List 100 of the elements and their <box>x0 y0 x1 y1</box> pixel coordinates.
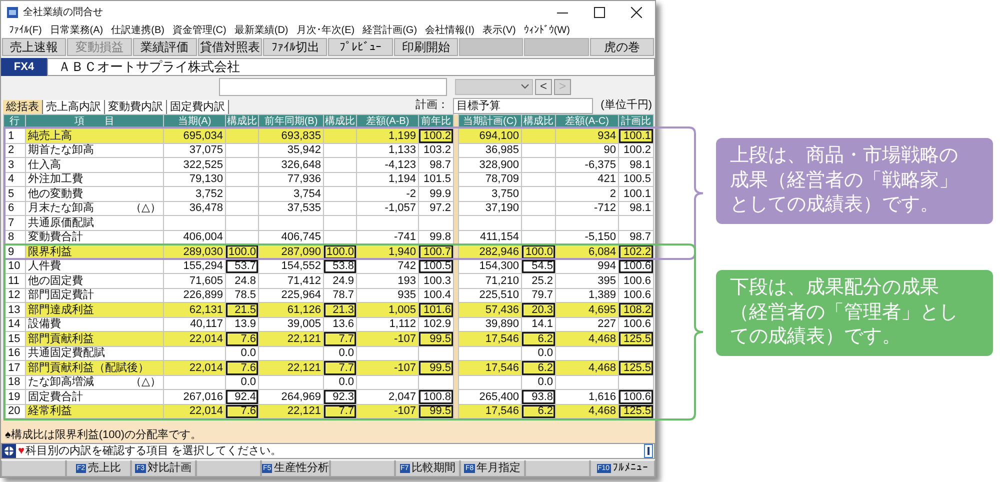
toolbar-button[interactable]: 業績評価 <box>132 38 197 56</box>
table-cell: 100.6 <box>618 274 654 288</box>
table-cell: 3,750 <box>458 186 522 201</box>
nav-button[interactable]: < <box>535 78 552 94</box>
text-field[interactable] <box>219 78 447 96</box>
maximize-icon[interactable] <box>594 6 605 18</box>
table-cell: 100.6 <box>618 288 654 302</box>
table-cell: 79,130 <box>164 172 226 186</box>
table-cell: 53.8 <box>324 259 356 274</box>
menu-item[interactable]: 日常業務(A) <box>50 23 104 38</box>
table-cell: 22,014 <box>164 332 226 346</box>
table-cell: 101.5 <box>418 172 454 186</box>
row-label[interactable]: 期首たな卸高 <box>26 143 164 158</box>
table-cell: 225,964 <box>258 288 324 302</box>
menu-item[interactable]: 会社情報(I) <box>425 23 474 38</box>
menu-item[interactable]: 経営計画(G) <box>362 23 418 38</box>
company-name: ＡＢＣオートサプライ株式会社 <box>47 58 655 76</box>
table-cell: -712 <box>556 201 618 216</box>
blank-toolbar-slot <box>459 38 524 56</box>
table-cell: 227 <box>556 317 618 332</box>
dropdown-field[interactable] <box>455 78 533 94</box>
table-cell: 154,300 <box>458 259 522 274</box>
toolbar-button[interactable]: 貸借対照表 <box>198 38 262 56</box>
status-message: 科目別の内訳を確認する項目 を選択してください。 <box>26 444 282 459</box>
table-cell: 265,400 <box>458 390 522 404</box>
menu-item[interactable]: 仕訳連携(B) <box>111 23 164 38</box>
table-cell: 71,605 <box>164 274 226 288</box>
table-cell: 264,969 <box>258 390 324 404</box>
row-label[interactable]: 経常利益 <box>26 404 164 418</box>
menu-item[interactable]: 月次･年次(E) <box>296 23 355 38</box>
table-cell: 54.5 <box>522 259 556 274</box>
table-cell: 0.0 <box>324 346 356 360</box>
table-cell: 4,695 <box>556 302 618 317</box>
table-cell: 100.6 <box>618 390 654 404</box>
toolbar-button[interactable]: 印刷開始 <box>394 38 458 56</box>
row-label[interactable]: 共通固定費配賦 <box>26 346 164 360</box>
table-cell: 155,294 <box>164 259 226 274</box>
table-cell: 6.2 <box>522 360 556 375</box>
table-cell: 108.2 <box>618 302 654 317</box>
menu-item[interactable]: 資金管理(C) <box>172 23 226 38</box>
menu-item[interactable]: 表示(V) <box>482 23 516 38</box>
table-cell: 694,100 <box>458 128 522 143</box>
table-cell: 21.5 <box>226 302 258 317</box>
table-cell: 3,752 <box>164 186 226 201</box>
tab[interactable]: 総括表 <box>3 100 43 114</box>
menu-item[interactable]: ﾌｧｲﾙ(F) <box>9 23 42 38</box>
row-label[interactable]: たな卸高増減 <box>28 376 94 388</box>
table-cell: 2 <box>556 186 618 201</box>
row-label[interactable]: 共通原価配賦 <box>26 216 164 230</box>
table-cell: 102.9 <box>418 317 454 332</box>
toolbar-button[interactable]: 虎の巻 <box>590 38 654 56</box>
table-cell: 226,899 <box>164 288 226 302</box>
toolbar-button[interactable]: ﾌﾟﾚﾋﾞｭｰ <box>328 38 393 56</box>
table-cell: -107 <box>356 360 418 375</box>
table-cell: -107 <box>356 332 418 346</box>
row-label[interactable]: 固定費合計 <box>26 390 164 404</box>
row-label[interactable]: 他の固定費 <box>26 274 164 288</box>
row-label[interactable]: 月末たな卸高 <box>28 202 94 214</box>
table-cell: 77,936 <box>258 172 324 186</box>
tab[interactable]: 固定費内訳 <box>167 100 229 114</box>
table-cell: 934 <box>556 128 618 143</box>
row-label[interactable]: 純売上高 <box>26 128 164 143</box>
tab[interactable]: 変動費内訳 <box>105 100 167 114</box>
toolbar-button[interactable]: 売上速報 <box>2 38 66 56</box>
row-label[interactable]: 仕入高 <box>26 158 164 172</box>
row-label[interactable]: 部門固定費計 <box>26 288 164 302</box>
row-label[interactable]: 外注加工費 <box>26 172 164 186</box>
table-cell: 99.9 <box>418 186 454 201</box>
table-cell: 97.2 <box>418 201 454 216</box>
table-cell: 57,436 <box>458 302 522 317</box>
table-cell: 0.0 <box>522 346 556 360</box>
table-cell: 7.7 <box>324 404 356 418</box>
tab[interactable]: 売上高内訳 <box>43 100 105 114</box>
plan-field[interactable]: 目標予算 <box>452 98 593 114</box>
toolbar-button[interactable]: ﾌｧｲﾙ切出 <box>263 38 328 56</box>
table-cell: 693,835 <box>258 128 324 143</box>
menu-item[interactable]: ｳｨﾝﾄﾞｳ(W) <box>524 23 570 38</box>
row-label[interactable]: 部門貢献利益 <box>26 332 164 346</box>
table-cell: 37,190 <box>458 201 522 216</box>
table-cell: 742 <box>356 259 418 274</box>
close-icon[interactable] <box>631 6 642 18</box>
table-cell: 92.4 <box>226 390 258 404</box>
table-cell: 36,478 <box>164 201 226 216</box>
menu-item[interactable]: 最新業績(D) <box>234 23 288 38</box>
table-cell: 0.0 <box>226 375 258 390</box>
window-title: 全社業績の問合せ <box>23 6 103 20</box>
row-label[interactable]: 設備費 <box>26 317 164 332</box>
row-label[interactable]: 人件費 <box>26 259 164 274</box>
table-cell: -107 <box>356 404 418 418</box>
table-cell: 2,047 <box>356 390 418 404</box>
row-label[interactable]: 他の変動費 <box>26 186 164 201</box>
table-cell: 6.2 <box>522 404 556 418</box>
table-cell: 7.6 <box>226 332 258 346</box>
table-cell: -6,375 <box>556 158 618 172</box>
table-cell: 1,133 <box>356 143 418 158</box>
row-label[interactable]: 部門貢献利益（配賦後） <box>26 360 164 375</box>
row-label[interactable]: 部門達成利益 <box>26 302 164 317</box>
table-cell: 71,412 <box>258 274 324 288</box>
table-cell: 17,546 <box>458 332 522 346</box>
table-cell: 78.7 <box>324 288 356 302</box>
